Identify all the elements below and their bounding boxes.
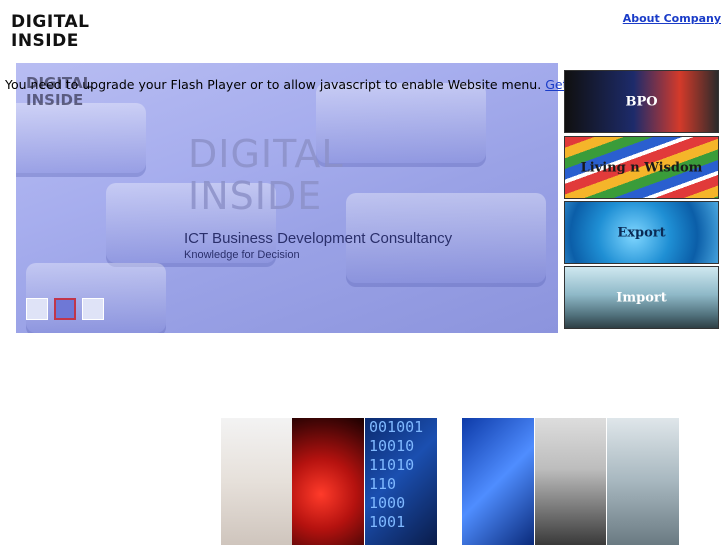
logo-line-2: INSIDE bbox=[11, 31, 79, 51]
menu-bpo-label: BPO bbox=[625, 94, 658, 109]
slide-thumbnail-1[interactable] bbox=[26, 298, 48, 320]
slideshow-thumbnails bbox=[26, 298, 104, 320]
logo-line-1: DIGITAL bbox=[11, 12, 90, 32]
menu-export-label: Export bbox=[617, 225, 666, 240]
photo-red-abstract bbox=[292, 418, 364, 545]
menu-import-button[interactable]: Import bbox=[564, 266, 719, 329]
keyboard-key-image bbox=[16, 103, 146, 173]
photo-laptop-worker bbox=[535, 418, 606, 545]
hero-tagline: ICT Business Development Consultancy bbox=[184, 230, 453, 247]
menu-living-n-wisdom-label: Living n Wisdom bbox=[580, 160, 703, 175]
slide-thumbnail-3[interactable] bbox=[82, 298, 104, 320]
hero-banner: DIGITAL INSIDE DIGITAL INSIDE ICT Busine… bbox=[16, 63, 558, 333]
hero-subtagline: Knowledge for Decision bbox=[184, 249, 300, 261]
menu-living-n-wisdom-button[interactable]: Living n Wisdom bbox=[564, 136, 719, 199]
menu-import-label: Import bbox=[616, 290, 667, 305]
about-company-link[interactable]: About Company bbox=[623, 12, 721, 25]
menu-export-button[interactable]: Export bbox=[564, 201, 719, 264]
photo-computer-screen bbox=[462, 418, 534, 545]
photo-binary-code: 001001 10010 11010 110 1000 1001 bbox=[365, 418, 437, 545]
flash-notice-text: You need to upgrade your Flash Player or… bbox=[5, 77, 542, 92]
slide-thumbnail-2[interactable] bbox=[54, 298, 76, 320]
company-logo[interactable]: DIGITAL INSIDE bbox=[11, 12, 90, 53]
menu-bpo-button[interactable]: BPO bbox=[564, 70, 719, 133]
photo-flowchart-woman bbox=[221, 418, 292, 545]
hero-large-logo: DIGITAL INSIDE bbox=[188, 132, 344, 218]
photo-factory-machinery bbox=[607, 418, 679, 545]
flash-upgrade-notice: You need to upgrade your Flash Player or… bbox=[5, 77, 647, 92]
